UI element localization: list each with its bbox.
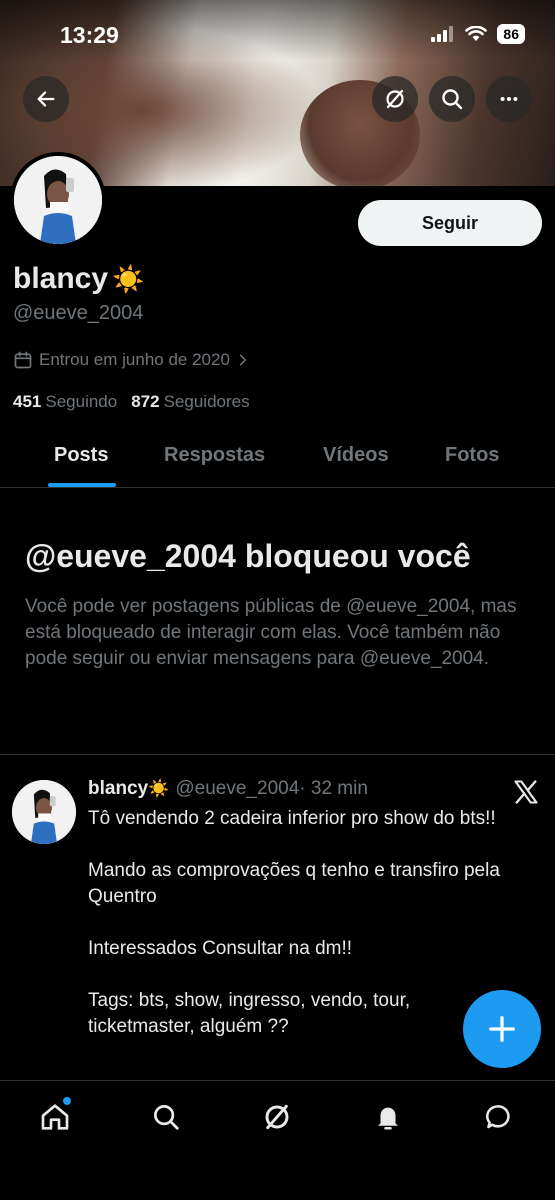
calendar-icon xyxy=(14,351,32,369)
blocked-description: Você pode ver postagens públicas de @eue… xyxy=(25,596,517,669)
grok-icon xyxy=(386,89,404,109)
tab-respostas[interactable]: Respostas xyxy=(164,444,265,467)
grok-icon xyxy=(265,1104,289,1130)
tweet-timestamp: · 32 min xyxy=(299,778,368,799)
avatar-photo xyxy=(14,156,102,244)
nav-messages[interactable] xyxy=(481,1099,517,1135)
messages-icon xyxy=(486,1105,510,1129)
search-button[interactable] xyxy=(429,76,475,122)
wifi-icon xyxy=(465,26,488,41)
avatar-photo xyxy=(12,780,76,844)
compose-plus-icon xyxy=(489,1016,515,1042)
more-icon xyxy=(500,96,518,102)
tweet-author-name[interactable]: blancy xyxy=(88,778,148,800)
battery-indicator: 86 xyxy=(497,24,525,44)
x-logo-icon xyxy=(514,780,538,804)
grok-button[interactable] xyxy=(372,76,418,122)
bell-icon xyxy=(378,1107,398,1130)
tweet-avatar[interactable] xyxy=(12,780,76,844)
divider xyxy=(0,754,555,755)
profile-handle: @eueve_2004 xyxy=(13,302,144,324)
tweet-header: blancy ☀️ @eueve_2004 · 32 min xyxy=(88,778,368,800)
chevron-right-icon xyxy=(239,354,247,366)
signal-icon xyxy=(431,26,454,42)
profile-display-name: blancy ☀️ xyxy=(13,262,145,295)
blocked-title: @eueve_2004 bloqueou você xyxy=(25,538,471,574)
compose-button[interactable] xyxy=(463,990,541,1068)
joined-date[interactable]: Entrou em junho de 2020 xyxy=(13,350,250,370)
follow-stats: 451 Seguindo 872 Seguidores xyxy=(13,392,250,412)
back-button[interactable] xyxy=(23,76,69,122)
search-icon xyxy=(442,89,463,110)
sun-emoji: ☀️ xyxy=(112,263,145,294)
nav-notifications[interactable] xyxy=(370,1099,406,1135)
profile-avatar[interactable] xyxy=(10,152,106,248)
home-notification-dot xyxy=(63,1097,71,1105)
nav-home[interactable] xyxy=(37,1097,73,1135)
sun-emoji: ☀️ xyxy=(148,779,170,798)
tab-videos[interactable]: Vídeos xyxy=(323,444,389,467)
tab-fotos[interactable]: Fotos xyxy=(445,444,499,467)
status-bar: 13:29 86 xyxy=(0,18,555,58)
profile-tabs: Posts Respostas Vídeos Fotos xyxy=(0,430,555,488)
back-arrow-icon xyxy=(37,91,55,107)
followers-link[interactable]: 872 Seguidores xyxy=(131,392,249,412)
bottom-nav xyxy=(0,1080,555,1200)
nav-search[interactable] xyxy=(148,1099,184,1135)
status-time: 13:29 xyxy=(60,22,119,48)
search-icon xyxy=(154,1105,179,1130)
following-link[interactable]: 451 Seguindo xyxy=(13,392,117,412)
follow-button[interactable]: Seguir xyxy=(358,200,542,246)
home-icon xyxy=(41,1104,69,1130)
nav-grok[interactable] xyxy=(259,1099,295,1135)
more-button[interactable] xyxy=(486,76,532,122)
tweet-text: Tô vendendo 2 cadeira inferior pro show … xyxy=(88,808,500,1037)
tweet-author-handle[interactable]: @eueve_2004 xyxy=(175,778,299,800)
tab-posts[interactable]: Posts xyxy=(54,444,108,467)
active-tab-indicator xyxy=(48,483,116,487)
